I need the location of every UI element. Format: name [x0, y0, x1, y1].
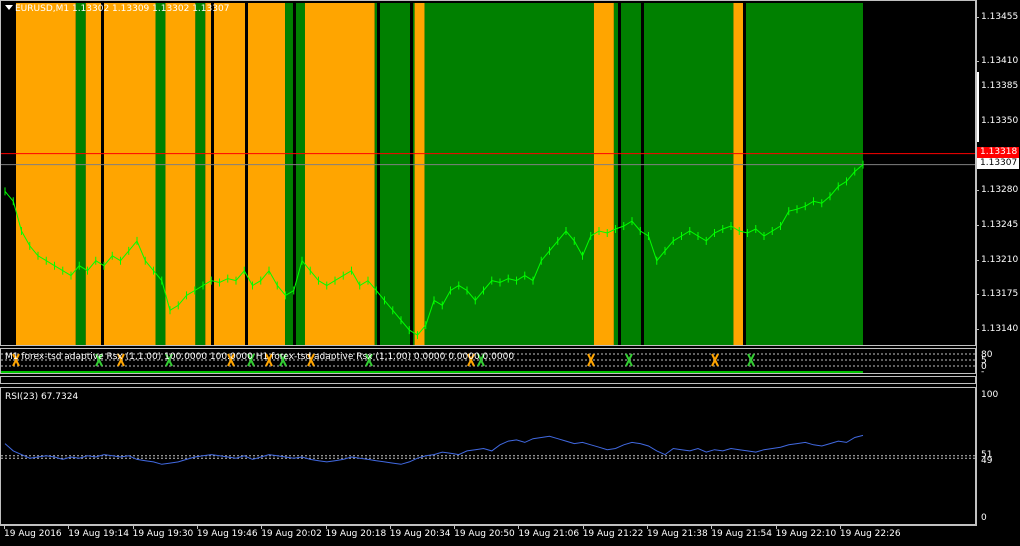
zone-separator	[410, 3, 413, 345]
rsi-scale-0: 0	[981, 513, 987, 523]
trend-zone-down	[165, 3, 196, 345]
rsx-indicator-label: M1 forex-tsd adaptive Rsx (1,1.00) 100.0…	[5, 352, 515, 362]
time-axis-label: 19 Aug 20:02	[261, 529, 322, 539]
price-scale-tick	[976, 190, 979, 192]
price-scale-tick	[976, 225, 979, 227]
rsx-scale-bottom: -	[981, 367, 985, 377]
price-scale-label: 1.13245	[981, 220, 1019, 231]
time-axis-tick	[839, 525, 841, 529]
price-chart-pane[interactable]: EURUSD,M1 1.13302 1.13309 1.13302 1.1330…	[0, 0, 976, 346]
rsi-scale-49: 49	[981, 456, 993, 466]
rsi-series-line	[4, 434, 864, 465]
trend-zone-up	[195, 3, 206, 345]
price-scale-label: 1.13385	[981, 81, 1019, 92]
time-axis-tick	[196, 525, 198, 529]
price-scale-tick	[976, 329, 979, 331]
time-axis-tick	[711, 525, 713, 529]
time-axis-label: 19 Aug 21:54	[711, 529, 772, 539]
price-scale-label: 1.13280	[981, 185, 1019, 196]
time-axis-label: 19 Aug 19:30	[132, 529, 194, 539]
price-line-label: 1.13318	[977, 147, 1019, 158]
price-scale-label: 1.13455	[981, 11, 1019, 22]
zone-separator	[245, 3, 248, 345]
rsi-pane[interactable]: RSI(23) 67.7324	[0, 387, 976, 525]
price-chart-canvas	[1, 3, 975, 345]
rsx-indicator-pane[interactable]: M1 forex-tsd adaptive Rsx (1,1.00) 100.0…	[0, 348, 976, 374]
time-axis-tick	[518, 525, 520, 529]
chart-title: EURUSD,M1 1.13302 1.13309 1.13302 1.1330…	[15, 4, 230, 14]
time-axis-tick	[68, 525, 70, 529]
time-axis-label: 19 Aug 21:22	[582, 529, 644, 539]
zone-separator	[618, 3, 621, 345]
time-axis-label: 19 Aug 21:38	[647, 529, 708, 539]
time-axis-label: 19 Aug 20:18	[325, 529, 387, 539]
time-axis-label: 19 Aug 19:14	[68, 529, 129, 539]
time-axis-tick	[132, 525, 134, 529]
time-axis-tick	[325, 525, 327, 529]
trend-zone-up	[75, 3, 86, 345]
price-scale-tick	[976, 259, 979, 261]
time-axis-label: 19 Aug 20:50	[454, 529, 515, 539]
rsi-label: RSI(23) 67.7324	[5, 392, 79, 402]
trend-zone-up	[643, 3, 734, 345]
time-axis	[0, 525, 977, 526]
rsi-scale-100: 100	[981, 390, 999, 400]
price-scale-label: 1.13210	[981, 254, 1019, 265]
zone-separator	[101, 3, 104, 345]
price-scale-label: 1.13175	[981, 289, 1019, 300]
time-axis-tick	[4, 525, 5, 529]
time-axis-label: 19 Aug 20:34	[389, 529, 451, 539]
time-axis-tick	[454, 525, 456, 529]
trend-zone-down	[593, 3, 614, 345]
trend-zone-up	[374, 3, 415, 345]
price-scale-label: 1.13410	[981, 56, 1019, 67]
price-scale-tick	[976, 61, 979, 63]
trend-zone-down	[414, 3, 425, 345]
trend-zone-down	[16, 3, 76, 345]
trend-zone-up	[155, 3, 166, 345]
zone-separator	[641, 3, 644, 345]
trend-zone-up	[743, 3, 863, 345]
trend-zone-down	[733, 3, 744, 345]
price-scale-tick	[976, 294, 979, 296]
time-axis-tick	[775, 525, 777, 529]
time-axis-label: 19 Aug 21:06	[518, 529, 580, 539]
chart-dropdown-icon[interactable]	[5, 5, 13, 10]
time-axis-label: 19 Aug 22:26	[839, 529, 901, 539]
time-axis-label: 19 Aug 22:10	[775, 529, 837, 539]
rsi-canvas	[1, 434, 975, 465]
trend-zone-down	[85, 3, 156, 345]
price-scale-label: 1.13350	[981, 115, 1019, 126]
current-price-label: 1.13307	[977, 158, 1019, 169]
time-axis-tick	[261, 525, 263, 529]
scale-scroll-marker[interactable]	[977, 72, 979, 142]
zone-separator	[211, 3, 214, 345]
price-scale-tick	[976, 16, 979, 18]
price-scale-label: 1.13140	[981, 324, 1019, 335]
time-axis-tick	[389, 525, 391, 529]
time-axis-tick	[582, 525, 584, 529]
time-axis-label: 19 Aug 2016	[4, 529, 62, 539]
time-axis-tick	[647, 525, 648, 529]
zone-separator	[743, 3, 746, 345]
trend-zone-up	[424, 3, 594, 345]
empty-indicator-pane[interactable]	[0, 376, 976, 384]
time-axis-label: 19 Aug 19:46	[196, 529, 258, 539]
trend-zone-down	[304, 3, 375, 345]
